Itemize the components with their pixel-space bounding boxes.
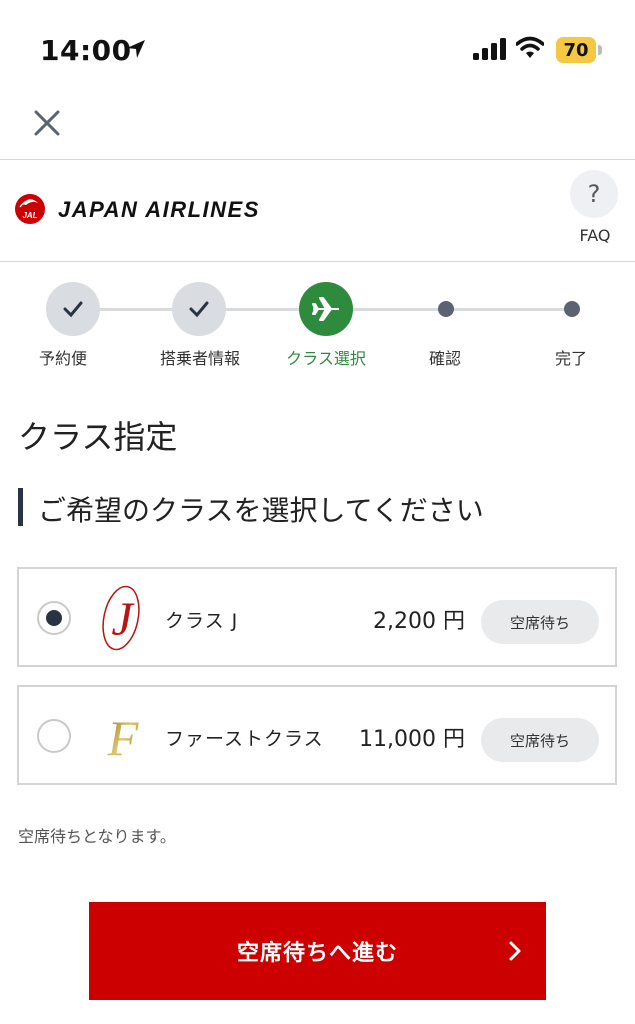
class-j-emblem: J	[102, 585, 140, 651]
step-1-check	[46, 282, 100, 336]
battery-tip	[598, 45, 602, 55]
step-label: 予約便	[38, 349, 87, 368]
class-j-status-badge: 空席待ち	[481, 600, 599, 644]
step-label: 搭乗者情報	[159, 349, 240, 368]
waitlist-note: 空席待ちとなります。	[18, 827, 176, 846]
step-label: クラス選択	[286, 349, 366, 368]
signal-icon	[473, 38, 506, 60]
class-first-name: ファーストクラス	[165, 728, 324, 750]
svg-text:J: J	[111, 593, 135, 646]
section-accent-bar	[18, 488, 23, 526]
status-time: 14:00	[40, 34, 132, 67]
chevron-right-icon	[509, 941, 521, 961]
jal-crane-logo: JAL	[15, 194, 45, 224]
step-3-current	[299, 282, 353, 336]
step-4-dot	[438, 301, 454, 317]
step-label: 確認	[428, 349, 461, 368]
battery-indicator: 70	[556, 37, 596, 63]
question-icon: ?	[587, 180, 601, 208]
wifi-icon	[516, 36, 544, 58]
proceed-waitlist-button[interactable]: 空席待ちへ進む	[89, 902, 546, 1000]
divider	[0, 159, 635, 160]
proceed-button-label: 空席待ちへ進む	[236, 941, 398, 966]
page-title: クラス指定	[18, 418, 178, 456]
check-icon	[189, 301, 209, 318]
class-first-status-badge: 空席待ち	[481, 718, 599, 762]
class-first-price: 11,000 円	[359, 727, 465, 752]
step-label: 完了	[554, 349, 587, 368]
step-2-check	[172, 282, 226, 336]
brand-name: JAPAN AIRLINES	[58, 197, 260, 222]
faq-button[interactable]: ?	[570, 170, 618, 218]
class-first-radio[interactable]	[37, 719, 71, 753]
divider	[0, 261, 635, 262]
faq-label[interactable]: FAQ	[574, 226, 616, 245]
step-5-dot	[564, 301, 580, 317]
class-first-emblem: F	[107, 710, 139, 766]
jal-logo-text: JAL	[22, 211, 37, 220]
location-arrow-icon	[127, 40, 145, 58]
close-icon[interactable]	[28, 104, 66, 142]
check-icon	[63, 301, 83, 318]
class-option-first[interactable]: F ファーストクラス 11,000 円 空席待ち	[17, 685, 617, 785]
section-title: ご希望のクラスを選択してください	[38, 494, 484, 527]
class-j-name: クラス J	[165, 610, 239, 632]
airplane-icon	[312, 297, 339, 321]
svg-text:F: F	[107, 710, 139, 766]
class-j-radio[interactable]	[37, 601, 71, 635]
status-bar: 14:00 70	[0, 0, 635, 98]
class-j-price: 2,200 円	[373, 609, 465, 634]
class-option-j[interactable]: J クラス J 2,200 円 空席待ち	[17, 567, 617, 667]
